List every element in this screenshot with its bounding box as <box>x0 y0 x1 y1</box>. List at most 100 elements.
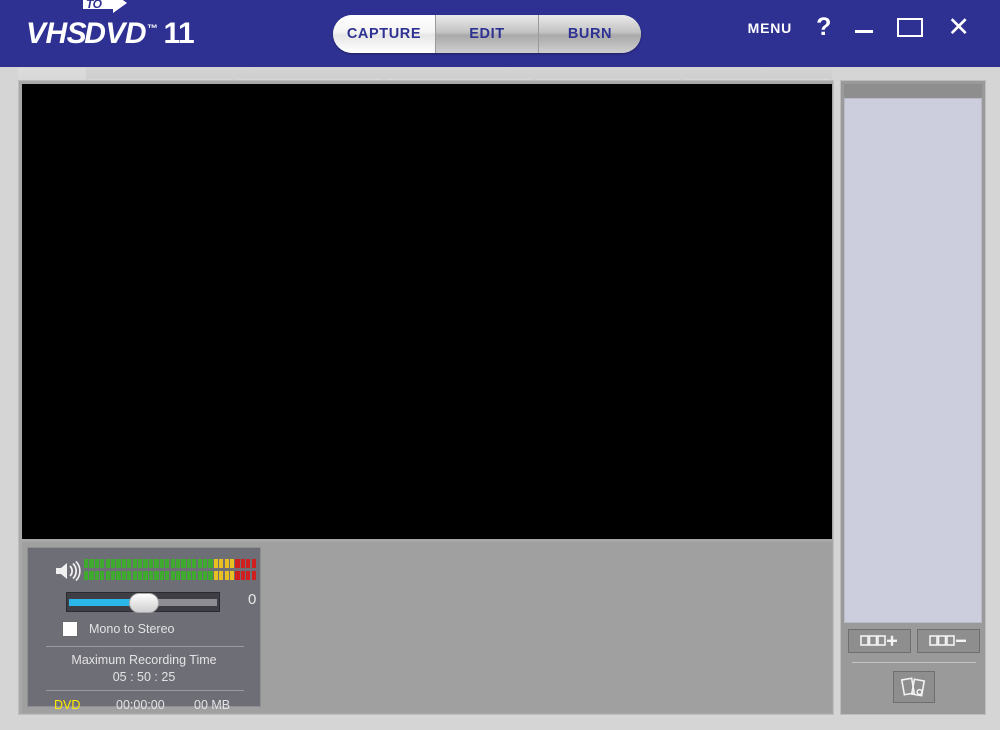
meter-segment <box>138 571 142 580</box>
meter-segment <box>235 559 239 568</box>
meter-segment <box>219 571 223 580</box>
meter-segment <box>149 571 153 580</box>
maximize-icon[interactable] <box>897 18 923 37</box>
meter-segment <box>138 559 142 568</box>
tab-burn[interactable]: BURN <box>539 15 641 53</box>
meter-segment <box>154 571 158 580</box>
tab-edit[interactable]: EDIT <box>436 15 539 53</box>
meter-segment <box>246 571 250 580</box>
volume-slider-handle[interactable] <box>129 593 159 613</box>
logo-vhs-text: VHS <box>26 17 86 51</box>
meter-segment <box>95 559 99 568</box>
audio-panel: 0 Mono to Stereo Maximum Recording Time … <box>27 547 261 707</box>
tab-edit-label: EDIT <box>469 26 504 42</box>
meter-segment <box>219 559 223 568</box>
meter-segment <box>230 559 234 568</box>
speaker-volume-icon <box>55 560 81 582</box>
meter-segment <box>89 571 93 580</box>
audio-divider-2 <box>46 690 244 691</box>
meter-segment <box>106 571 110 580</box>
meter-segment <box>143 559 147 568</box>
meter-segment <box>241 571 245 580</box>
meter-segment <box>241 559 245 568</box>
meter-segment <box>181 559 185 568</box>
photo-gallery-button[interactable] <box>893 671 935 703</box>
add-clip-button[interactable] <box>848 629 911 653</box>
size-used-value: 00 MB <box>194 698 230 712</box>
meter-segment <box>230 571 234 580</box>
minimize-icon[interactable] <box>855 22 873 33</box>
meter-segment <box>116 559 120 568</box>
audio-meter-right-channel <box>84 571 256 580</box>
volume-value: 0 <box>248 591 256 608</box>
filmstrip-minus-icon <box>929 634 969 648</box>
menu-button[interactable]: MENU <box>748 20 792 36</box>
photo-cards-icon <box>901 676 927 698</box>
audio-level-meter <box>84 559 256 583</box>
meter-segment <box>84 571 88 580</box>
meter-segment <box>100 571 104 580</box>
main-tabs: CAPTURE EDIT BURN <box>333 15 641 53</box>
meter-segment <box>214 559 218 568</box>
meter-segment <box>165 571 169 580</box>
remove-clip-button[interactable] <box>917 629 980 653</box>
meter-segment <box>116 571 120 580</box>
title-bar: VHS DVD ™ 11 TO CAPTURE EDIT BURN ME <box>0 0 1000 67</box>
meter-segment <box>198 559 202 568</box>
meter-segment <box>133 559 137 568</box>
meter-segment <box>127 559 131 568</box>
meter-segment <box>187 559 191 568</box>
clip-list-buttons <box>848 629 980 653</box>
meter-segment <box>176 571 180 580</box>
help-icon[interactable]: ? <box>816 15 831 40</box>
meter-segment <box>203 571 207 580</box>
sidebar-header <box>844 84 982 98</box>
mono-to-stereo-checkbox[interactable] <box>62 621 78 637</box>
meter-segment <box>122 571 126 580</box>
max-recording-time-block: Maximum Recording Time 05 : 50 : 25 <box>28 652 260 686</box>
meter-segment <box>246 559 250 568</box>
clip-list[interactable] <box>844 98 982 623</box>
tab-capture[interactable]: CAPTURE <box>333 15 436 53</box>
meter-segment <box>181 571 185 580</box>
meter-segment <box>235 571 239 580</box>
meter-segment <box>171 571 175 580</box>
meter-segment <box>225 571 229 580</box>
meter-segment <box>127 571 131 580</box>
meter-segment <box>198 571 202 580</box>
logo-arrow-icon: TO <box>83 0 127 18</box>
meter-segment <box>111 571 115 580</box>
meter-segment <box>122 559 126 568</box>
audio-meter-left-channel <box>84 559 256 568</box>
disc-status-row: DVD 00:00:00 00 MB <box>28 696 260 714</box>
meter-segment <box>214 571 218 580</box>
volume-slider-remainder <box>149 599 217 606</box>
tab-burn-label: BURN <box>568 26 612 42</box>
logo-dvd-text: DVD <box>84 17 146 51</box>
capture-controls-bar: 0 Mono to Stereo Maximum Recording Time … <box>22 542 832 713</box>
tab-capture-label: CAPTURE <box>347 26 421 42</box>
close-icon[interactable]: ✕ <box>947 14 970 41</box>
logo-text: VHS DVD ™ 11 TO <box>26 17 194 51</box>
max-recording-time-label: Maximum Recording Time <box>28 652 260 669</box>
audio-divider-1 <box>46 646 244 647</box>
mono-to-stereo-row[interactable]: Mono to Stereo <box>62 621 174 637</box>
meter-segment <box>192 571 196 580</box>
disc-type-label: DVD <box>54 698 80 712</box>
volume-slider[interactable]: 0 <box>66 592 256 612</box>
svg-text:TO: TO <box>86 0 103 11</box>
meter-segment <box>192 559 196 568</box>
logo-version: 11 <box>164 17 195 51</box>
meter-segment <box>100 559 104 568</box>
meter-segment <box>160 559 164 568</box>
meter-segment <box>106 559 110 568</box>
sidebar-divider <box>852 662 976 663</box>
meter-segment <box>111 559 115 568</box>
meter-segment <box>203 559 207 568</box>
volume-slider-track[interactable] <box>66 592 220 612</box>
video-preview[interactable] <box>22 84 832 539</box>
meter-segment <box>176 559 180 568</box>
meter-segment <box>252 571 256 580</box>
capture-work-area: 0 Mono to Stereo Maximum Recording Time … <box>18 80 834 715</box>
meter-segment <box>84 559 88 568</box>
